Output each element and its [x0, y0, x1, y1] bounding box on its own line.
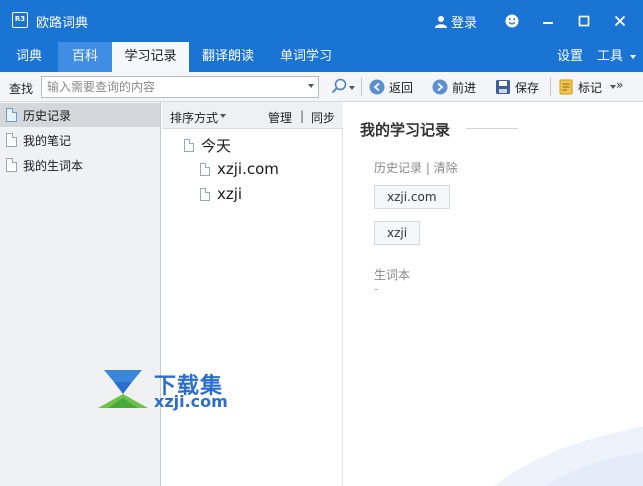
title-divider [466, 128, 518, 129]
sidebar-item-label: 历史记录 [23, 108, 72, 123]
mark-label: 标记 [578, 80, 603, 95]
tools-label: 工具 [597, 49, 624, 64]
left-sidebar: 历史记录 我的笔记 我的生词本 [0, 102, 161, 486]
chevron-down-icon [630, 54, 637, 59]
tree-item-label: xzji [217, 185, 243, 203]
sidebar-item-vocabulary[interactable]: 我的生词本 [0, 153, 160, 177]
history-chip[interactable]: xzji [374, 221, 421, 245]
search-icon [331, 78, 347, 94]
login-button[interactable]: 登录 [435, 12, 477, 31]
history-chip[interactable]: xzji.com [374, 185, 450, 209]
search-dropdown-icon[interactable] [308, 84, 314, 88]
tab-translate-read[interactable]: 翻译朗读 [195, 42, 261, 72]
app-title: 欧路词典 [36, 16, 89, 31]
sort-dropdown[interactable]: 排序方式 [170, 109, 218, 126]
minimize-icon [543, 22, 553, 24]
sidebar-item-label: 我的生词本 [23, 158, 84, 173]
toolbar-divider [361, 78, 362, 96]
study-record-panel: 我的学习记录 历史记录 | 清除 xzji.com xzji 生词本 - [344, 102, 643, 486]
tree-item[interactable]: xzji [200, 185, 242, 203]
tree-item-label: 今天 [201, 137, 232, 155]
document-icon [6, 133, 17, 147]
toolbar-divider [550, 78, 551, 96]
tree-item-label: xzji.com [217, 160, 279, 178]
document-icon [6, 108, 17, 122]
history-clear-link[interactable]: 历史记录 | 清除 [374, 159, 458, 176]
toolbar: 查找 返回 前进 保存 [0, 72, 643, 102]
back-label: 返回 [389, 80, 414, 95]
emoji-icon [505, 14, 519, 28]
minimize-button[interactable] [539, 12, 557, 30]
tab-bar: 词典 百科 学习记录 翻译朗读 单词学习 设置 工具 [0, 42, 643, 72]
vocab-section-label: 生词本 [374, 268, 411, 282]
vocab-empty-value: - [374, 282, 379, 296]
search-box [41, 76, 319, 98]
close-button[interactable] [611, 12, 629, 30]
search-input[interactable] [47, 79, 297, 95]
save-label: 保存 [515, 80, 540, 95]
tab-word-study[interactable]: 单词学习 [275, 42, 337, 72]
save-button[interactable]: 保存 [495, 78, 539, 96]
sidebar-item-notes[interactable]: 我的笔记 [0, 128, 160, 152]
login-label: 登录 [451, 16, 478, 31]
arrow-right-icon [432, 79, 448, 95]
close-icon [614, 15, 626, 27]
mark-button[interactable]: 标记 [558, 78, 617, 96]
find-label: 查找 [9, 82, 34, 96]
tree-item[interactable]: xzji.com [200, 160, 279, 178]
watermark: 下载集 xzji.com [96, 368, 246, 412]
watermark-logo-icon [98, 370, 148, 408]
forward-button[interactable]: 前进 [432, 78, 476, 96]
save-icon [496, 80, 510, 94]
document-icon [184, 139, 194, 152]
manage-button[interactable]: 管理 [268, 109, 292, 126]
document-icon [200, 162, 210, 176]
tab-encyclopedia[interactable]: 百科 [58, 42, 112, 72]
decorative-wave [494, 426, 643, 486]
tools-menu[interactable]: 工具 [597, 42, 637, 72]
emoji-button[interactable] [503, 12, 521, 30]
tab-study-records[interactable]: 学习记录 [112, 42, 189, 72]
header-separator: | [300, 109, 305, 123]
toolbar-overflow-button[interactable]: » [616, 78, 623, 92]
sidebar-item-history[interactable]: 历史记录 [0, 103, 160, 127]
arrow-left-icon [369, 79, 385, 95]
chevron-down-icon [220, 114, 226, 118]
app-logo-icon: R3 [12, 12, 28, 28]
watermark-en-text: xzji.com [154, 392, 228, 411]
document-icon [200, 187, 210, 201]
history-list-header: 排序方式 管理 | 同步 [162, 102, 343, 129]
tree-group-today[interactable]: 今天 [184, 135, 231, 156]
sidebar-item-label: 我的笔记 [23, 133, 72, 148]
sync-button[interactable]: 同步 [311, 109, 335, 126]
settings-menu[interactable]: 设置 [557, 42, 583, 72]
history-list-pane: 排序方式 管理 | 同步 今天 xzji.com xzji [162, 102, 343, 486]
maximize-icon [578, 15, 590, 27]
back-button[interactable]: 返回 [369, 78, 413, 96]
maximize-button[interactable] [575, 12, 593, 30]
document-icon [6, 158, 17, 172]
forward-label: 前进 [452, 80, 477, 95]
note-icon [559, 79, 573, 95]
tab-dictionary[interactable]: 词典 [0, 42, 58, 72]
title-bar: R3 欧路词典 登录 [0, 0, 643, 42]
search-button[interactable] [331, 78, 347, 97]
search-options-dropdown-icon[interactable] [349, 86, 355, 90]
page-title: 我的学习记录 [360, 121, 451, 139]
user-icon [435, 16, 447, 28]
